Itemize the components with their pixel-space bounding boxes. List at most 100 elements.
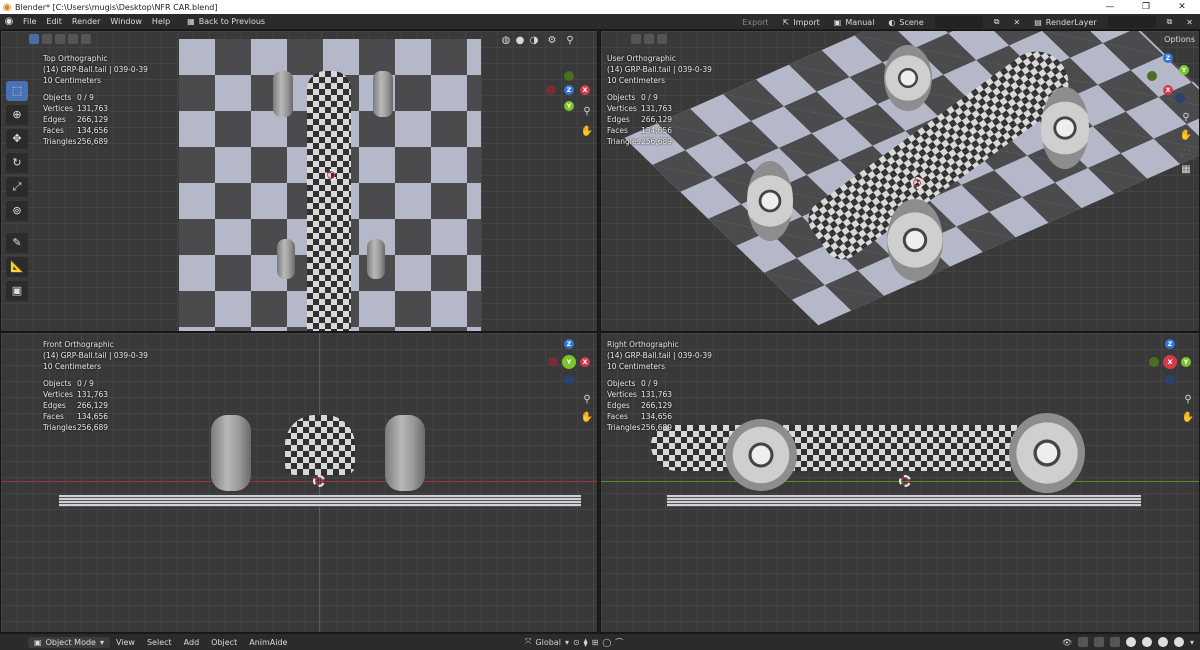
3d-cursor[interactable] xyxy=(325,169,337,181)
zoom-icon[interactable]: ⚲ xyxy=(580,393,594,407)
navigation-gizmo[interactable]: Z Y X xyxy=(1145,53,1195,109)
proportional-edit-icon[interactable]: ◯ xyxy=(602,638,611,647)
move-tool-icon[interactable]: ✥ xyxy=(6,129,28,149)
cursor-tool-icon[interactable]: ⊕ xyxy=(6,105,28,125)
gizmo-x[interactable]: X xyxy=(580,85,590,95)
gizmo-y[interactable]: Y xyxy=(564,101,574,111)
snap-target-icon[interactable]: ⊞ xyxy=(592,638,599,647)
scene-selector[interactable]: ◐ Scene xyxy=(881,18,930,27)
shading-options-icon[interactable]: ⚙ xyxy=(545,34,559,48)
viewport-user-orthographic[interactable]: User Orthographic (14) GRP-Ball.tail | 0… xyxy=(600,30,1200,332)
gizmo-toggle-icon[interactable] xyxy=(1077,637,1088,647)
renderlayer-name-field[interactable] xyxy=(1107,16,1156,28)
select-intersect-icon[interactable] xyxy=(81,34,91,44)
menu-edit[interactable]: Edit xyxy=(41,17,67,26)
menu-help[interactable]: Help xyxy=(147,17,175,26)
pivot-icon[interactable] xyxy=(631,34,641,44)
pivot-point-icon[interactable]: ⊙ xyxy=(573,638,580,647)
gizmo-x[interactable]: X xyxy=(1165,357,1175,367)
navigation-gizmo[interactable]: Z X Y xyxy=(1147,339,1197,395)
menu-render[interactable]: Render xyxy=(67,17,105,26)
maximize-button[interactable]: ❐ xyxy=(1128,0,1164,14)
minimize-button[interactable]: — xyxy=(1092,0,1128,14)
menu-object[interactable]: Object xyxy=(205,638,243,647)
gizmo-z[interactable]: Z xyxy=(564,85,574,95)
pan-icon[interactable]: ✋ xyxy=(1179,129,1193,143)
overlay-toggle-icon[interactable] xyxy=(1093,637,1104,647)
shading-rendered-icon[interactable] xyxy=(1173,637,1184,647)
3d-cursor[interactable] xyxy=(313,475,325,487)
zoom-icon[interactable]: ⚲ xyxy=(1179,111,1193,125)
gizmo-y[interactable]: Y xyxy=(1179,65,1189,75)
gizmo-x[interactable]: X xyxy=(580,357,590,367)
shading-material-icon[interactable] xyxy=(1157,637,1168,647)
shading-options-chevron-icon[interactable]: ▾ xyxy=(1190,638,1194,647)
shading-solid-icon[interactable]: ● xyxy=(513,34,527,48)
gizmo-z-neg[interactable] xyxy=(1165,375,1175,385)
pan-icon[interactable]: ✋ xyxy=(1181,411,1195,425)
gizmo-x[interactable]: X xyxy=(1163,85,1173,95)
add-cube-tool-icon[interactable]: ▣ xyxy=(6,281,28,301)
scene-name-field[interactable] xyxy=(934,16,983,28)
visibility-icon[interactable]: 👁 xyxy=(1062,638,1072,647)
gizmo-z-neg[interactable] xyxy=(1175,93,1185,103)
shading-wireframe-icon[interactable] xyxy=(1125,637,1136,647)
gizmo-y[interactable]: Y xyxy=(1181,357,1191,367)
zoom-icon[interactable]: ⚲ xyxy=(580,105,594,119)
dropdown-chevron-icon[interactable] xyxy=(657,34,667,44)
gizmo-y[interactable]: Y xyxy=(564,357,574,367)
menu-window[interactable]: Window xyxy=(105,17,147,26)
xray-toggle-icon[interactable] xyxy=(1109,637,1120,647)
toggle-ortho-icon[interactable]: ▦ xyxy=(1179,163,1193,177)
falloff-icon[interactable]: ⌒ xyxy=(615,637,623,648)
menu-file[interactable]: File xyxy=(18,17,41,26)
menu-view[interactable]: View xyxy=(110,638,141,647)
snap-icon[interactable] xyxy=(644,34,654,44)
measure-tool-icon[interactable]: 📐 xyxy=(6,257,28,277)
pan-icon[interactable]: ✋ xyxy=(580,411,594,425)
menu-add[interactable]: Add xyxy=(178,638,206,647)
object-mode-dropdown[interactable]: ▣ Object Mode ▾ xyxy=(28,636,110,648)
copy-scene-icon[interactable]: ⧉ xyxy=(987,17,1007,27)
remove-scene-icon[interactable]: ✕ xyxy=(1007,18,1028,27)
search-icon[interactable]: ⚲ xyxy=(563,34,577,48)
select-tool-icon[interactable]: ⬚ xyxy=(6,81,28,101)
orientation-dropdown[interactable]: Global xyxy=(535,638,561,647)
gizmo-z[interactable]: Z xyxy=(1163,53,1173,63)
3d-cursor[interactable] xyxy=(911,177,923,189)
gizmo-z[interactable]: Z xyxy=(1165,339,1175,349)
viewport-right-orthographic[interactable]: Right Orthographic (14) GRP-Ball.tail | … xyxy=(600,332,1200,633)
select-extend-icon[interactable] xyxy=(42,34,52,44)
close-button[interactable]: ✕ xyxy=(1164,0,1200,14)
options-dropdown[interactable]: Options xyxy=(1164,35,1195,44)
gizmo-y-neg[interactable] xyxy=(564,71,574,81)
scale-tool-icon[interactable]: ⤢ xyxy=(6,177,28,197)
zoom-icon[interactable]: ⚲ xyxy=(1181,393,1195,407)
annotate-tool-icon[interactable]: ✎ xyxy=(6,233,28,253)
3d-cursor[interactable] xyxy=(899,475,911,487)
select-invert-icon[interactable] xyxy=(68,34,78,44)
gizmo-x-neg[interactable] xyxy=(546,85,556,95)
export-button[interactable]: Export xyxy=(735,18,775,27)
shading-solid-icon[interactable] xyxy=(1141,637,1152,647)
gizmo-y-neg[interactable] xyxy=(1149,357,1159,367)
renderlayer-selector[interactable]: ▤ RenderLayer xyxy=(1027,18,1103,27)
blender-menu-icon[interactable]: ◉ xyxy=(0,16,18,27)
select-box-icon[interactable] xyxy=(29,34,39,44)
navigation-gizmo[interactable]: Z Y X xyxy=(544,339,594,395)
shading-material-icon[interactable]: ◑ xyxy=(527,34,541,48)
menu-animaide[interactable]: AnimAide xyxy=(243,638,293,647)
menu-select[interactable]: Select xyxy=(141,638,178,647)
import-button[interactable]: ⇱ Import xyxy=(776,18,827,27)
overlay-toggle-icon[interactable]: ◍ xyxy=(499,34,513,48)
rotate-tool-icon[interactable]: ↻ xyxy=(6,153,28,173)
pan-icon[interactable]: ✋ xyxy=(580,125,594,139)
snap-icon[interactable]: ⧫ xyxy=(584,638,588,647)
gizmo-y-neg[interactable] xyxy=(1147,71,1157,81)
remove-layer-icon[interactable]: ✕ xyxy=(1179,18,1200,27)
viewport-front-orthographic[interactable]: Front Orthographic (14) GRP-Ball.tail | … xyxy=(0,332,598,633)
copy-layer-icon[interactable]: ⧉ xyxy=(1160,17,1180,27)
gizmo-z-neg[interactable] xyxy=(564,375,574,385)
camera-view-icon[interactable]: 🎥 xyxy=(1179,147,1193,161)
select-subtract-icon[interactable] xyxy=(55,34,65,44)
